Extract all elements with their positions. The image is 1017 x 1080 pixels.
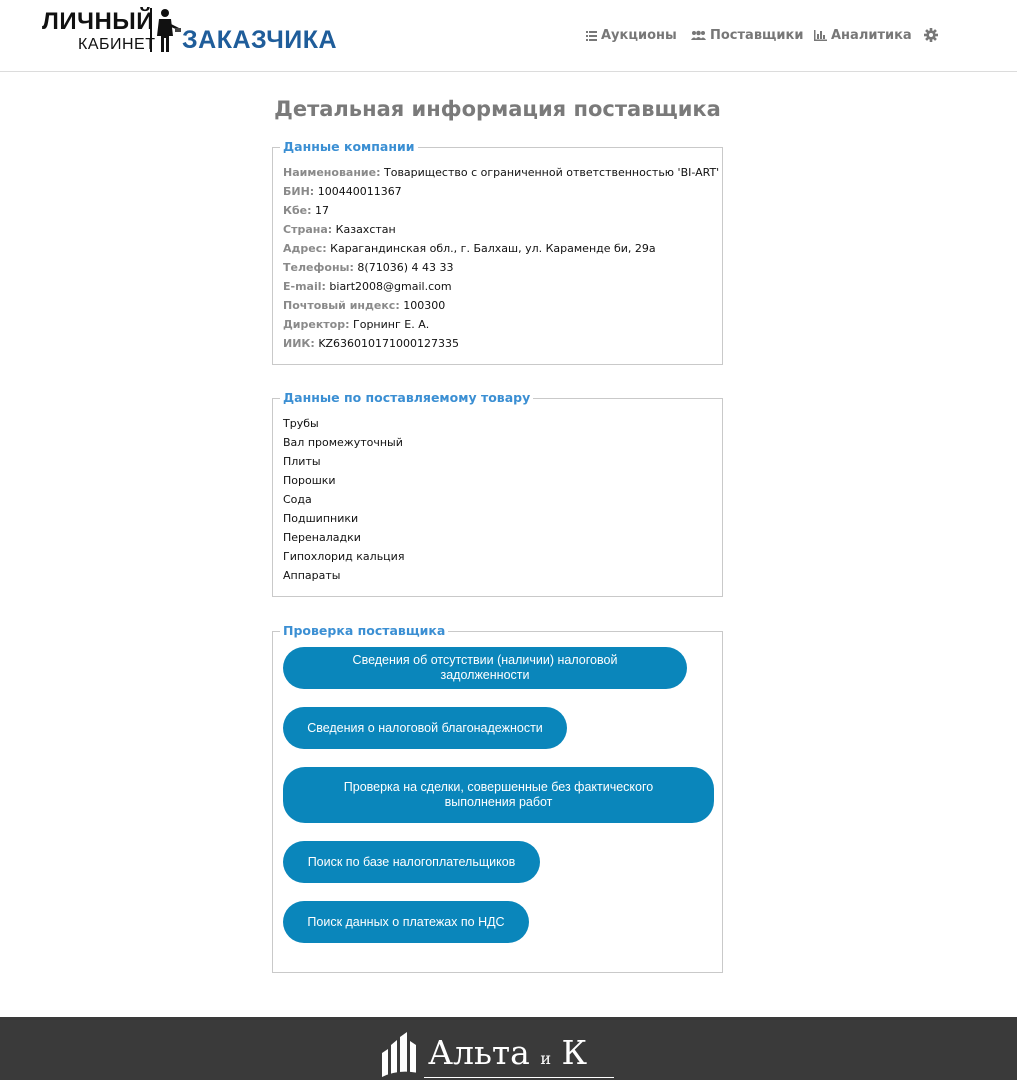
businessman-icon — [150, 8, 181, 52]
tax-reliability-button[interactable]: Сведения о налоговой благонадежности — [283, 707, 567, 749]
goods-item: Сода — [283, 493, 312, 506]
settings-button[interactable] — [924, 24, 942, 46]
field-value: Горнинг Е. А. — [353, 318, 430, 331]
field-label: Телефоны: — [283, 261, 354, 274]
field-value: 100440011367 — [317, 185, 402, 198]
footer-brand: Альта и К — [428, 1033, 587, 1072]
users-icon — [691, 30, 706, 40]
footer-brand-main: Альта — [428, 1033, 530, 1072]
goods-item: Плиты — [283, 455, 321, 468]
fictitious-deals-check-button[interactable]: Проверка на сделки, совершенные без факт… — [283, 767, 714, 823]
company-row-kbe: Кбе: 17 — [283, 201, 719, 220]
building-icon — [380, 1032, 426, 1080]
nav-auctions-label: Аукционы — [601, 27, 677, 43]
field-label: Наименование: — [283, 166, 381, 179]
tax-debt-check-button[interactable]: Сведения об отсутствии (наличии) налогов… — [283, 647, 687, 689]
vat-payments-search-button[interactable]: Поиск данных о платежах по НДС — [283, 901, 529, 943]
logo-line-1: ЛИЧНЫЙ — [42, 8, 155, 35]
goods-item: Порошки — [283, 474, 336, 487]
company-row-bin: БИН: 100440011367 — [283, 182, 719, 201]
goods-section: Данные по поставляемому товару Трубы Вал… — [272, 390, 723, 597]
field-value: KZ636010171000127335 — [318, 337, 460, 350]
site-logo[interactable]: ЛИЧНЫЙ КАБИНЕТ ЗАКАЗЧИКА — [42, 6, 337, 56]
goods-item: Трубы — [283, 417, 319, 430]
nav-analytics-label: Аналитика — [831, 27, 912, 43]
goods-item: Подшипники — [283, 512, 359, 525]
list-icon — [586, 30, 597, 41]
field-label: Почтовый индекс: — [283, 299, 400, 312]
logo-line-3: ЗАКАЗЧИКА — [182, 26, 338, 54]
goods-legend: Данные по поставляемому товару — [280, 390, 534, 405]
company-row-phones: Телефоны: 8(71036) 4 43 33 — [283, 258, 719, 277]
nav-analytics[interactable]: Аналитика — [814, 24, 912, 46]
goods-item: Переналадки — [283, 531, 361, 544]
bar-chart-icon — [814, 29, 827, 41]
footer-brand-and: и — [540, 1049, 552, 1068]
field-label: Директор: — [283, 318, 350, 331]
company-row-country: Страна: Казахстан — [283, 220, 719, 239]
field-label: Кбе: — [283, 204, 312, 217]
nav-suppliers-label: Поставщики — [710, 27, 804, 43]
field-value: biart2008@gmail.com — [329, 280, 452, 293]
footer: Альта и К — [0, 1017, 1017, 1080]
top-header: ЛИЧНЫЙ КАБИНЕТ ЗАКАЗЧИКА Аукционы Постав… — [0, 0, 1017, 72]
page-title: Детальная информация поставщика — [274, 97, 721, 121]
supplier-check-legend: Проверка поставщика — [280, 623, 449, 638]
taxpayer-search-button[interactable]: Поиск по базе налогоплательщиков — [283, 841, 540, 883]
company-row-email: E-mail: biart2008@gmail.com — [283, 277, 719, 296]
field-value: 100300 — [403, 299, 446, 312]
company-data-legend: Данные компании — [280, 139, 418, 154]
field-label: БИН: — [283, 185, 315, 198]
footer-brand-k: К — [561, 1033, 588, 1072]
supplier-check-section: Проверка поставщика Сведения об отсутств… — [272, 623, 723, 973]
company-row-director: Директор: Горнинг Е. А. — [283, 315, 719, 334]
field-value: Казахстан — [335, 223, 396, 236]
field-value: 8(71036) 4 43 33 — [357, 261, 454, 274]
field-label: E-mail: — [283, 280, 326, 293]
logo-line-2: КАБИНЕТ — [78, 36, 156, 53]
nav-suppliers[interactable]: Поставщики — [691, 24, 803, 46]
nav-auctions[interactable]: Аукционы — [586, 24, 677, 46]
company-row-address: Адрес: Карагандинская обл., г. Балхаш, у… — [283, 239, 719, 258]
field-value: 17 — [315, 204, 330, 217]
gear-icon — [924, 28, 938, 42]
company-row-name: Наименование: Товарищество с ограниченно… — [283, 163, 719, 182]
field-label: Страна: — [283, 223, 333, 236]
field-value: Товарищество с ограниченной ответственно… — [384, 166, 720, 179]
field-label: ИИК: — [283, 337, 315, 350]
goods-item: Вал промежуточный — [283, 436, 403, 449]
company-row-iik: ИИК: KZ636010171000127335 — [283, 334, 719, 353]
company-data-section: Данные компании Наименование: Товарищест… — [272, 139, 723, 365]
footer-brand-underline — [424, 1077, 614, 1078]
field-label: Адрес: — [283, 242, 327, 255]
goods-item: Аппараты — [283, 569, 341, 582]
company-row-postcode: Почтовый индекс: 100300 — [283, 296, 719, 315]
field-value: Карагандинская обл., г. Балхаш, ул. Кара… — [330, 242, 656, 255]
goods-item: Гипохлорид кальция — [283, 550, 405, 563]
footer-logo[interactable]: Альта и К — [380, 1031, 620, 1080]
